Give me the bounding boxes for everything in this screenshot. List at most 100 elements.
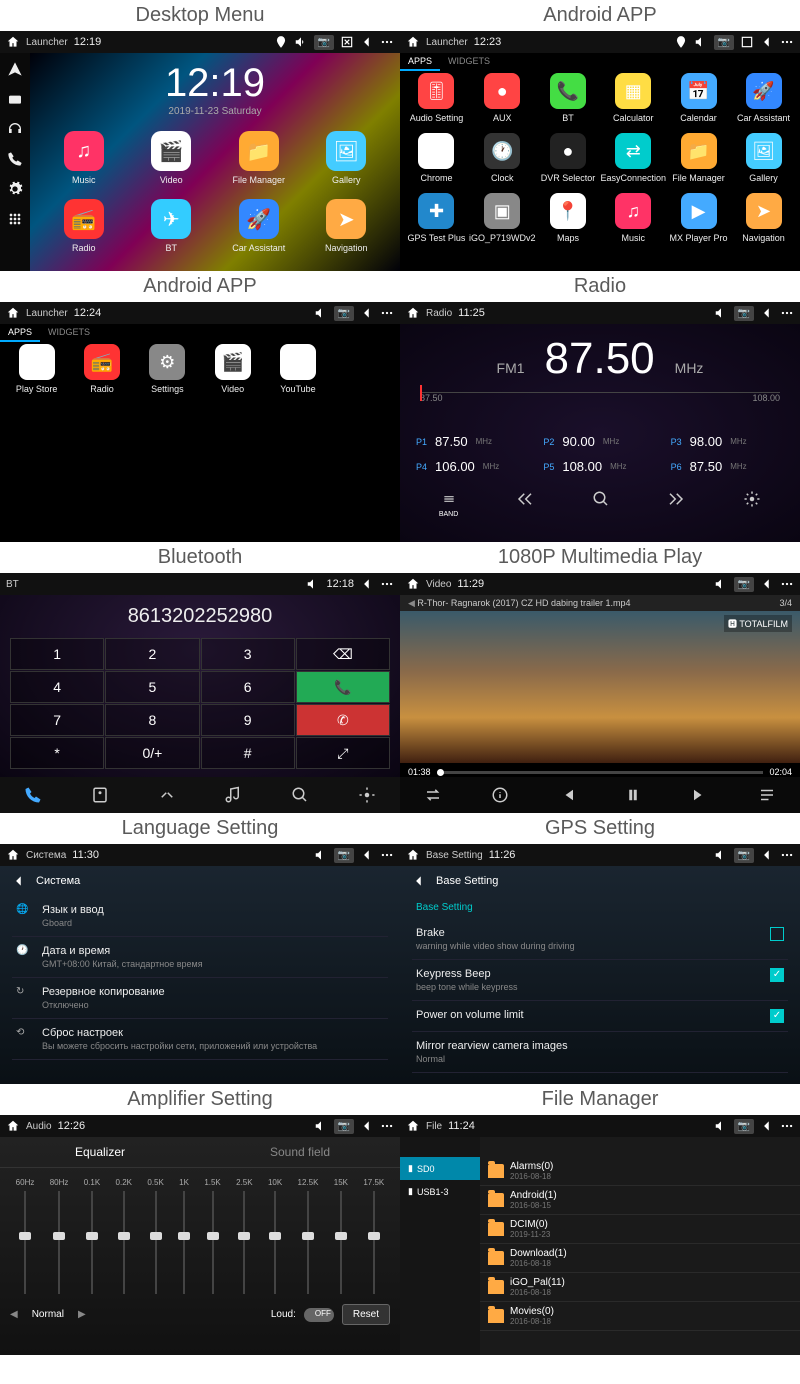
menu-icon[interactable] (380, 1119, 394, 1133)
home-icon[interactable] (406, 35, 420, 49)
app-music[interactable]: ♫Music (40, 131, 128, 199)
drive-sd0[interactable]: ▮ SD0 (400, 1157, 480, 1180)
app-radio[interactable]: 📻Radio (40, 199, 128, 267)
info-icon[interactable] (491, 786, 509, 804)
back-arrow-icon[interactable] (412, 874, 426, 888)
app-navigation[interactable]: ➤Navigation (731, 193, 796, 253)
preset-p5[interactable]: P5108.00MHz (537, 455, 662, 478)
camera-icon[interactable]: 📷 (334, 848, 354, 863)
menu-icon[interactable] (380, 577, 394, 591)
setting-item[interactable]: Keypress Beepbeep tone while keypress (412, 960, 788, 1001)
volume-icon[interactable] (314, 1119, 328, 1133)
app-easyconnection[interactable]: ⇄EasyConnection (600, 133, 666, 193)
video-frame[interactable] (400, 611, 800, 763)
menu-icon[interactable] (380, 848, 394, 862)
camera-icon[interactable]: 📷 (734, 848, 754, 863)
app-gps-test-plus[interactable]: ✚GPS Test Plus (404, 193, 469, 253)
setting-item[interactable]: ⟲Сброс настроекВы можете сбросить настро… (12, 1019, 388, 1060)
back-icon[interactable] (360, 848, 374, 862)
eq-slider-15K[interactable]: 15K (334, 1178, 348, 1294)
music-icon[interactable] (224, 786, 242, 804)
eq-slider-10K[interactable]: 10K (268, 1178, 282, 1294)
camera-icon[interactable]: 📷 (734, 577, 754, 592)
app-mx-player-pro[interactable]: ▶MX Player Pro (666, 193, 731, 253)
volume-icon[interactable] (306, 577, 320, 591)
gear-icon[interactable] (7, 181, 23, 197)
home-icon[interactable] (6, 306, 20, 320)
folder-item[interactable]: Alarms(0)2016-08-18 (480, 1157, 800, 1186)
back-icon[interactable] (360, 35, 374, 49)
folder-item[interactable]: Download(1)2016-08-18 (480, 1244, 800, 1273)
back-icon[interactable] (760, 577, 774, 591)
expand-key[interactable]: ⤢ (296, 737, 390, 769)
key-2[interactable]: 2 (105, 638, 199, 670)
app-car-assistant[interactable]: 🚀Car Assistant (731, 73, 796, 133)
menu-icon[interactable] (780, 848, 794, 862)
key-x[interactable]: * (10, 737, 104, 769)
volume-icon[interactable] (314, 306, 328, 320)
setting-item[interactable]: 🕐Дата и времяGMT+08:00 Китай, стандартно… (12, 937, 388, 978)
volume-icon[interactable] (294, 35, 308, 49)
volume-icon[interactable] (694, 35, 708, 49)
preset-p2[interactable]: P290.00MHz (537, 430, 662, 453)
preset-p4[interactable]: P4106.00MHz (410, 455, 535, 478)
camera-icon[interactable]: 📷 (334, 306, 354, 321)
camera-icon[interactable]: 📷 (734, 1119, 754, 1134)
eq-slider-12.5K[interactable]: 12.5K (298, 1178, 319, 1294)
app-video[interactable]: 🎬Video (128, 131, 216, 199)
phone-icon[interactable] (7, 151, 23, 167)
back-icon[interactable] (760, 1119, 774, 1133)
back-icon[interactable] (360, 1119, 374, 1133)
band-button[interactable]: BAND (439, 490, 458, 518)
home-icon[interactable] (406, 1119, 420, 1133)
contacts-icon[interactable] (91, 786, 109, 804)
camera-icon[interactable]: 📷 (734, 306, 754, 321)
prev-icon[interactable] (558, 786, 576, 804)
back-icon[interactable] (360, 306, 374, 320)
close-app-icon[interactable] (740, 35, 754, 49)
app-bt[interactable]: 📞BT (536, 73, 601, 133)
gear-icon[interactable] (358, 786, 376, 804)
home-icon[interactable] (406, 577, 420, 591)
tab-equalizer[interactable]: Equalizer (0, 1137, 200, 1167)
playlist-icon[interactable] (758, 786, 776, 804)
setting-item[interactable]: Power on volume limit (412, 1001, 788, 1032)
setting-item[interactable]: 🌐Язык и вводGboard (12, 896, 388, 937)
app-video[interactable]: 🎬Video (200, 344, 265, 410)
home-icon[interactable] (406, 306, 420, 320)
key-5[interactable]: 5 (105, 671, 199, 703)
menu-icon[interactable] (380, 35, 394, 49)
back-icon[interactable] (760, 848, 774, 862)
camera-icon[interactable]: 📷 (334, 1119, 354, 1134)
app-radio[interactable]: 📻Radio (69, 344, 134, 410)
app-aux[interactable]: ●AUX (469, 73, 536, 133)
backspace-key[interactable]: ⌫ (296, 638, 390, 670)
eq-slider-60Hz[interactable]: 60Hz (16, 1178, 35, 1294)
volume-icon[interactable] (714, 577, 728, 591)
menu-icon[interactable] (780, 306, 794, 320)
app-audio-setting[interactable]: 🎚Audio Setting (404, 73, 469, 133)
tab-apps[interactable]: APPS (0, 324, 40, 342)
drive-usb1-3[interactable]: ▮ USB1-3 (400, 1180, 480, 1203)
key-4[interactable]: 4 (10, 671, 104, 703)
eq-slider-1.5K[interactable]: 1.5K (204, 1178, 220, 1294)
close-app-icon[interactable] (340, 35, 354, 49)
eq-slider-2.5K[interactable]: 2.5K (236, 1178, 252, 1294)
volume-icon[interactable] (714, 306, 728, 320)
search-icon[interactable] (291, 786, 309, 804)
radio-dial[interactable]: 87.50 108.00 (420, 392, 780, 422)
preset-p3[interactable]: P398.00MHz (665, 430, 790, 453)
folder-item[interactable]: iGO_Pal(11)2016-08-18 (480, 1273, 800, 1302)
eq-slider-0.5K[interactable]: 0.5K (147, 1178, 163, 1294)
back-icon[interactable] (360, 577, 374, 591)
menu-icon[interactable] (780, 35, 794, 49)
app-file-manager[interactable]: 📁File Manager (215, 131, 303, 199)
repeat-icon[interactable] (424, 786, 442, 804)
seek-forward-icon[interactable] (667, 490, 685, 508)
app-gallery[interactable]: 🖼Gallery (731, 133, 796, 193)
app-navigation[interactable]: ➤Navigation (303, 199, 391, 267)
nav-icon[interactable] (7, 61, 23, 77)
volume-icon[interactable] (714, 848, 728, 862)
home-icon[interactable] (406, 848, 420, 862)
eq-slider-1K[interactable]: 1K (179, 1178, 189, 1294)
